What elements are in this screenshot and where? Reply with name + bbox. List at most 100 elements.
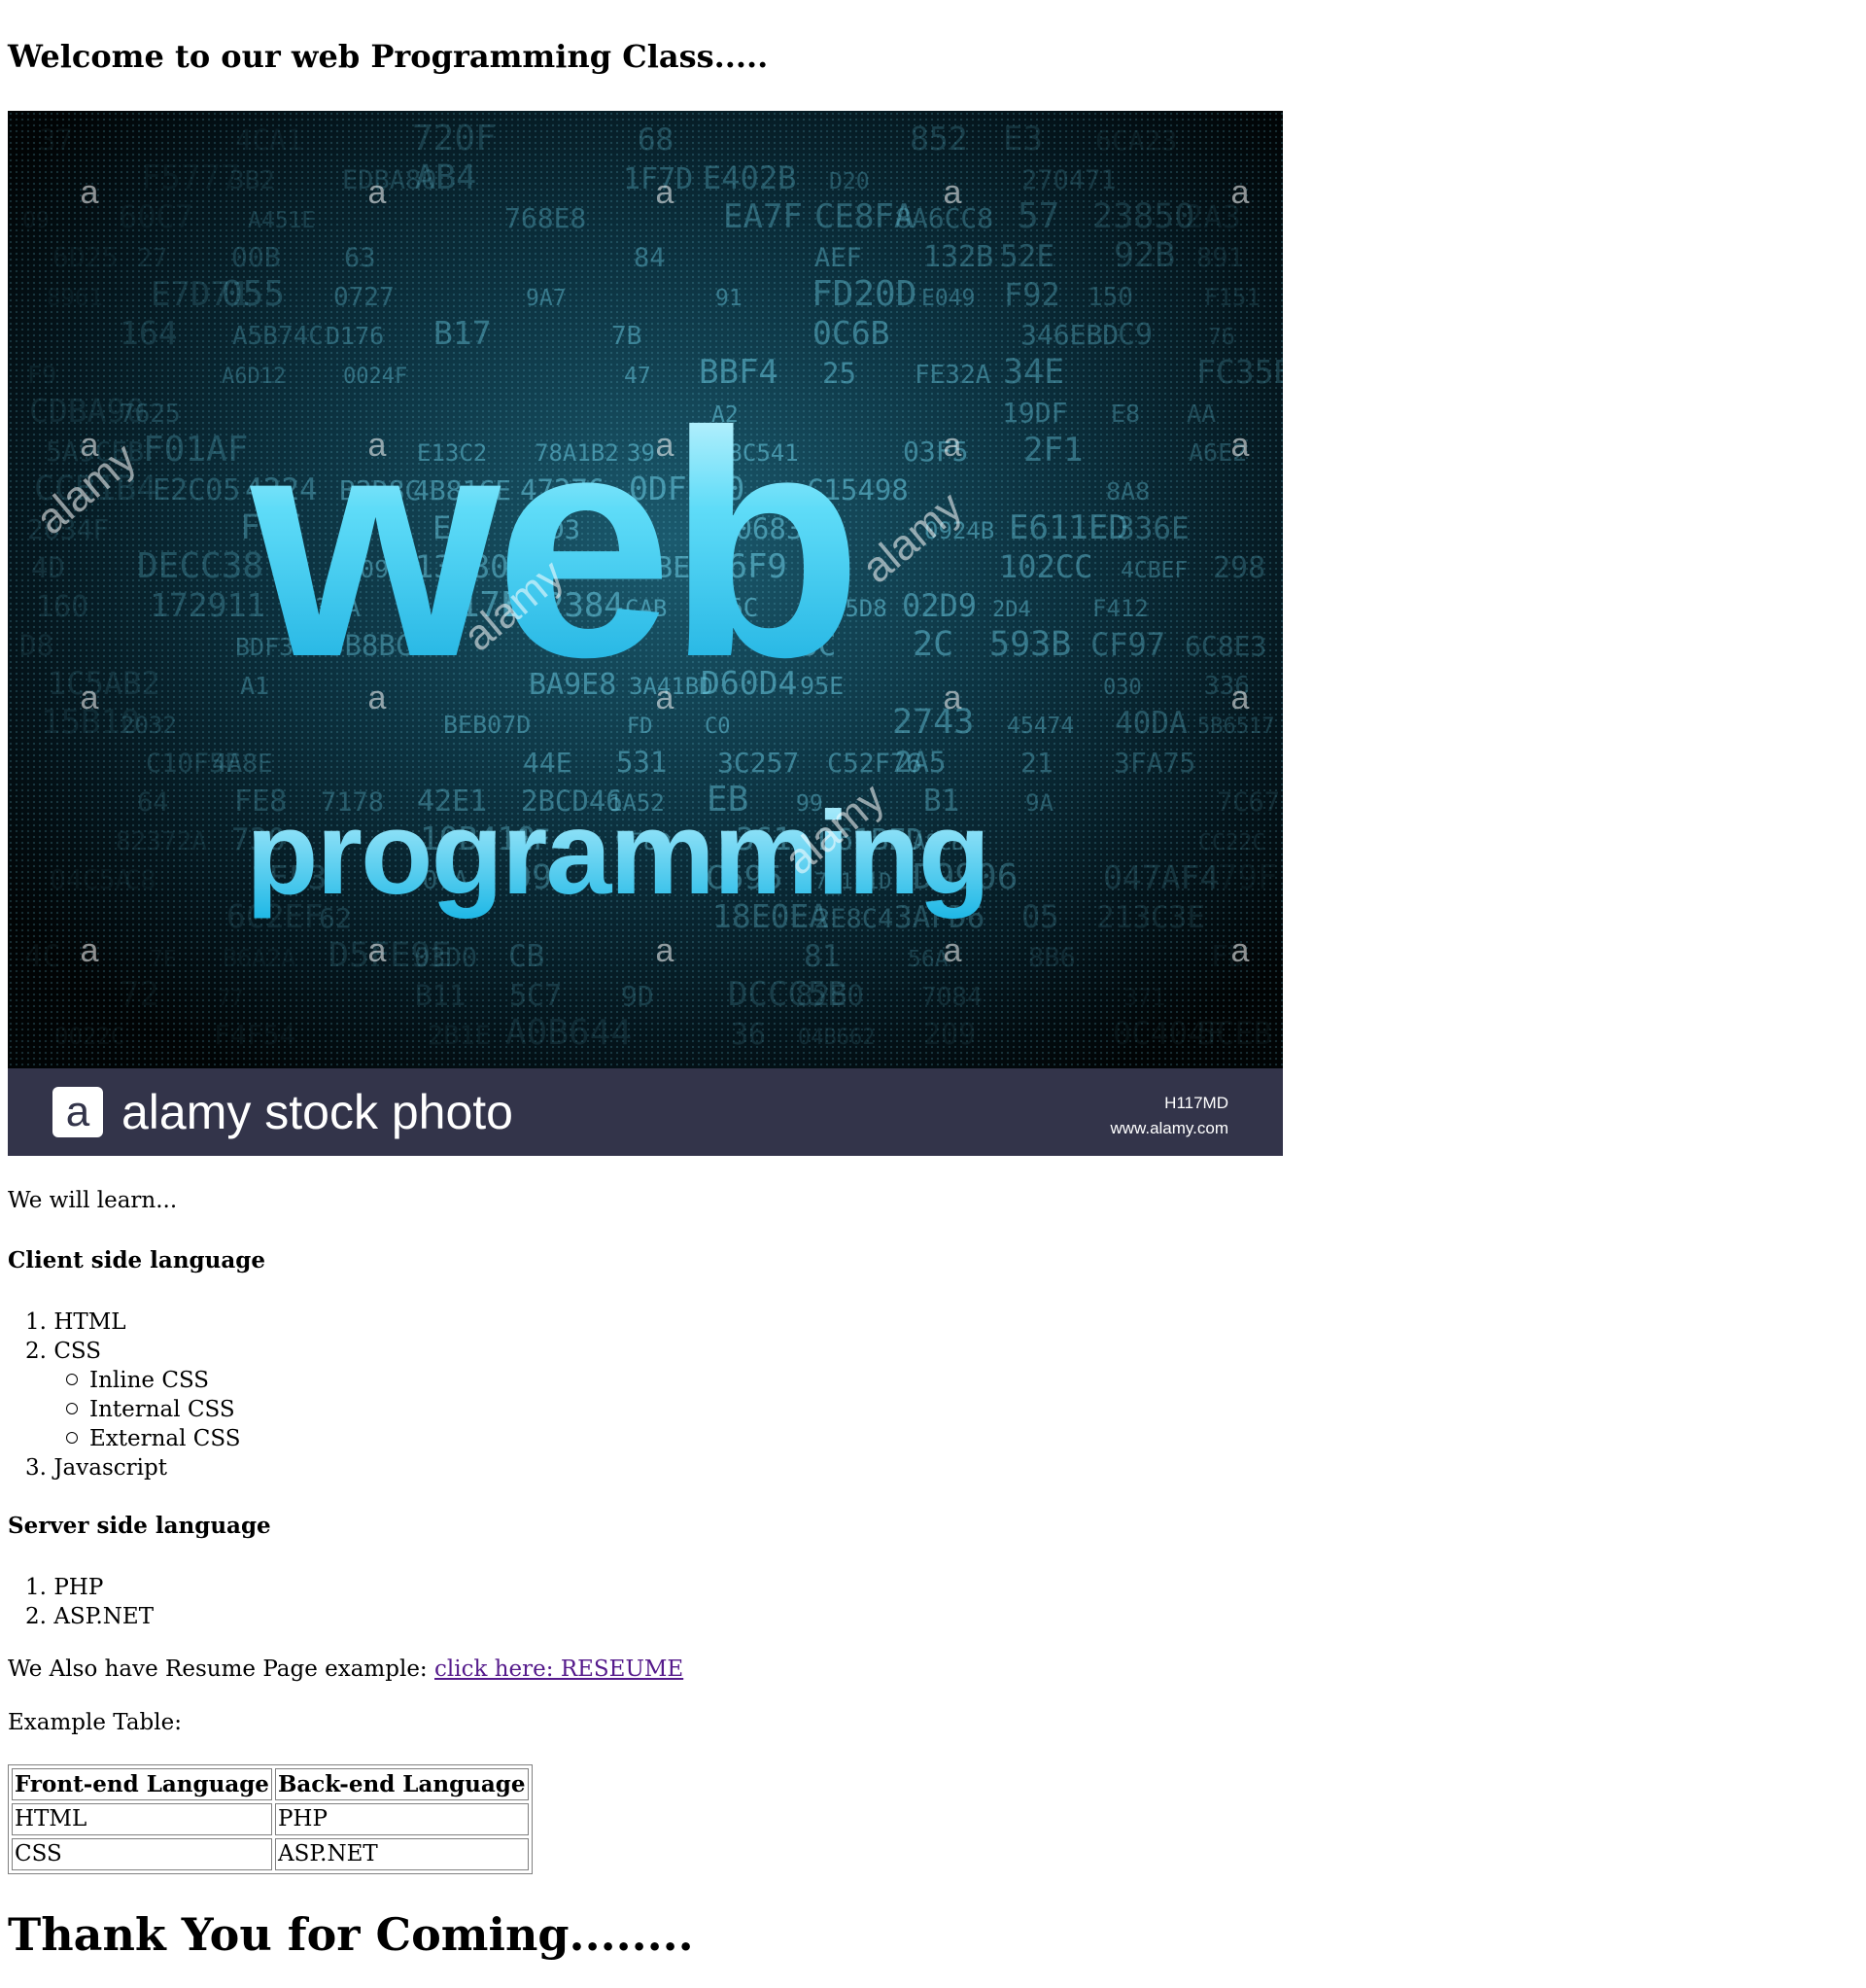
server-side-heading: Server side language [8,1513,271,1539]
list-marker: 1. [25,1309,47,1335]
background-code-text: 77 [218,987,244,1011]
list-marker: 3. [25,1455,47,1481]
background-code-text: 346EBD [1020,319,1119,351]
watermark-letter: a [368,932,387,969]
resume-paragraph: We Also have Resume Page example: click … [8,1655,683,1684]
background-code-text: 8A8 [1106,477,1150,506]
background-code-text: E8 [1111,400,1140,428]
table-cell: HTML [12,1803,272,1835]
background-code-text: 8961 [47,284,103,311]
alamy-brand: alamy stock photo [121,1085,513,1139]
table-label: Example Table: [8,1710,182,1735]
resume-link[interactable]: click here: RESEUME [434,1657,683,1682]
background-code-text: FD20D [812,274,916,314]
background-code-text: 72 [120,975,159,1014]
sublist-item-label: Internal CSS [89,1397,235,1422]
image-id: H117MD [1164,1094,1228,1112]
background-code-text: B11 [415,979,466,1012]
background-code-text: 768E8 [504,202,586,234]
background-code-text: 7625 [120,400,181,429]
background-code-text: A5B74C [232,322,324,351]
background-code-text: 270471 [1021,165,1117,195]
watermark-letter: a [656,680,674,716]
background-code-text: 4A8E [212,750,273,779]
background-code-text: D8 [19,629,53,662]
resume-text: We Also have Resume Page example: [8,1657,434,1682]
client-list-item: 3. Javascript [8,1453,167,1482]
background-code-text: D20 [829,169,870,194]
alamy-website: www.alamy.com [1109,1119,1228,1137]
background-code-text: 7084 [921,983,983,1012]
background-code-text: 7B [611,322,641,351]
background-code-text: 5B6517 [1197,715,1274,739]
watermark-letter: a [1231,174,1250,211]
background-code-text: 0727 [333,283,395,312]
background-code-text: 63 [344,243,376,273]
background-code-text: 52E [1000,239,1054,274]
background-code-text: 04B662 [798,1026,875,1050]
background-code-text: 27 [137,244,167,273]
circle-bullet-icon [66,1403,78,1414]
background-code-text: 720F [412,119,497,158]
watermark-letter: a [1231,427,1250,464]
circle-bullet-icon [66,1432,78,1444]
background-code-text: 3C257 [717,747,799,779]
closing-heading: Thank You for Coming........ [8,1908,694,1961]
watermark-letter: a [1231,680,1250,716]
background-code-text: 9A [1025,789,1054,817]
background-code-text: 91 [715,286,743,311]
list-marker: 1. [25,1575,47,1600]
table-header-cell: Back-end Language [274,1768,529,1800]
background-code-text: 6CA23 [1095,124,1177,157]
background-code-text: 5CEB [1197,1015,1272,1052]
background-code-text: CC22C [1198,830,1265,855]
background-code-text: B17 [433,314,492,352]
background-code-text: F92 [1004,276,1060,313]
background-code-text: 102CC [999,548,1092,585]
list-item-label: Javascript [53,1455,167,1481]
background-code-text: 92B [1114,236,1175,275]
watermark-letter: a [368,427,387,464]
background-code-text: AB4 [415,158,476,197]
background-code-text: CB [508,939,544,974]
background-code-text: 4CA1 [235,123,303,157]
background-code-text: 336E [1117,511,1190,546]
background-code-text: E3 [1003,120,1043,158]
background-code-text: 3B2 [229,166,275,195]
background-code-text: 68 [638,122,674,157]
background-code-text: 891 [1196,243,1244,273]
background-code-text: 132B [923,240,993,274]
css-sublist-item: Internal CSS [66,1395,235,1424]
client-list-item: 1. HTML [8,1308,126,1337]
background-code-text: 82372A [116,827,207,856]
background-code-text: FE32A [915,361,991,390]
background-code-text: 371 [1123,984,1165,1011]
background-code-text: 150 [1088,283,1133,312]
background-code-text: E611ED [1009,508,1128,547]
table-header-row: Front-end Language Back-end Language [12,1768,529,1800]
background-code-text: 172911 [150,586,265,624]
background-code-text: 0022C [54,1023,124,1050]
background-code-text: 2D4 [992,598,1031,622]
background-code-text: 2F1 [1023,431,1083,470]
background-code-text: 9D [621,980,654,1012]
list-item-label: HTML [53,1309,126,1335]
watermark-letter: a [944,932,962,969]
banner-headline: web [246,365,857,723]
background-code-text: 34E [1003,353,1064,392]
background-code-text: 593B [989,625,1071,664]
server-list-item: 1. PHP [8,1573,103,1602]
watermark-letter: a [944,174,962,211]
background-code-text: 00B [231,241,281,273]
background-code-text: 02D9 [902,587,977,624]
background-code-text: 209 [923,1018,976,1052]
background-code-text: E2C05 [153,473,240,507]
background-code-text: 57 [1018,196,1059,236]
server-list-item: 2. ASP.NET [8,1602,154,1631]
list-item-label: PHP [53,1575,104,1600]
background-code-text: 05 [1021,898,1059,935]
background-code-text: 4CBEF [1121,558,1188,583]
background-code-text: 76 [1208,325,1235,350]
client-side-heading: Client side language [8,1247,265,1273]
background-code-text: DECC38 [137,546,263,586]
